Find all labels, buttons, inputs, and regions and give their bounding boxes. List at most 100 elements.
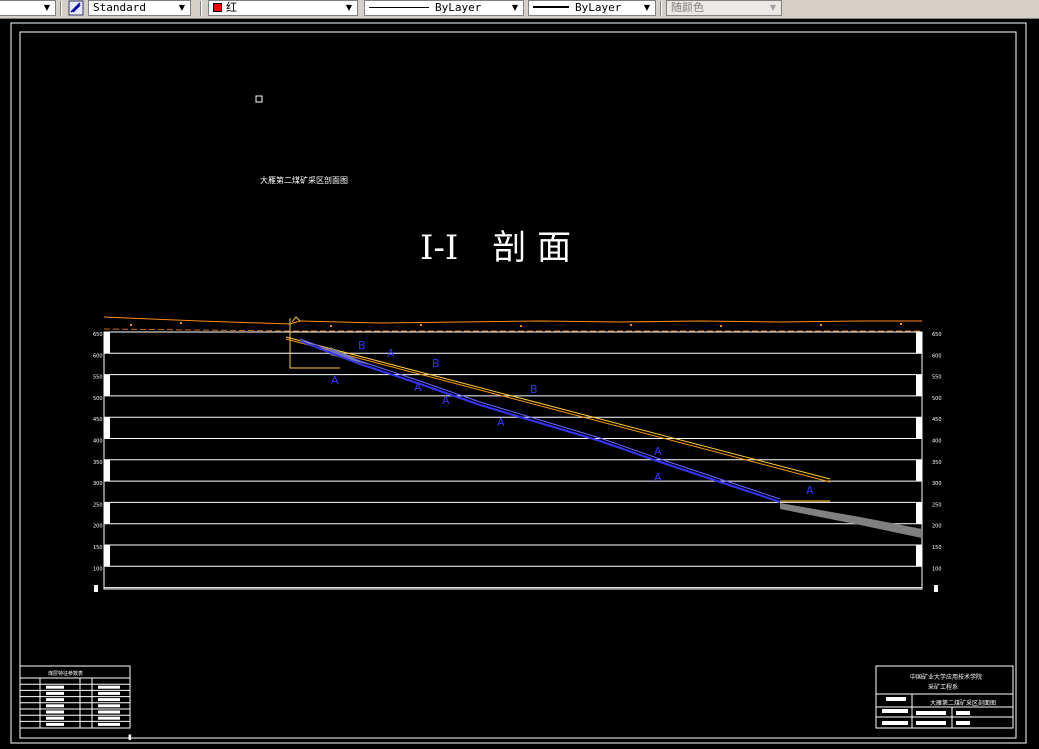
elevation-label: 500 xyxy=(93,396,103,402)
lineweight-sample xyxy=(533,6,569,8)
seam-label: A xyxy=(806,484,814,497)
elevation-label: 350 xyxy=(93,460,103,466)
legend-cell xyxy=(98,710,120,714)
ruler-block xyxy=(104,417,110,439)
section-frame xyxy=(103,331,923,590)
seam-label: B xyxy=(432,357,440,370)
terrain-base xyxy=(103,328,922,332)
seam-label: B xyxy=(530,383,538,396)
elevation-label: 650 xyxy=(93,332,103,338)
legend-cell xyxy=(98,716,120,720)
elevation-label: 300 xyxy=(93,481,103,487)
elevation-label: 450 xyxy=(93,417,103,423)
drawing-canvas[interactable]: 大雁第二煤矿采区剖面图 I-I 剖 面 650 600 550 500 450 400 35… xyxy=(0,19,1039,745)
coal-seam-roof xyxy=(299,338,781,500)
lineweight-value: ByLayer xyxy=(575,1,622,14)
elevation-label: 200 xyxy=(932,524,942,530)
properties-toolbar: ▼ Standard ▼ 红 ▼ ByLayer ▼ ByLayer ▼ 随颜色… xyxy=(0,0,1039,19)
titleblock-org: 中国矿业大学应用技术学院 xyxy=(910,673,982,681)
title-block: 中国矿业大学应用技术学院 采矿工程系 大雁第二煤矿采区剖面图 xyxy=(875,665,1014,729)
legend-table: 煤层特征参数表 xyxy=(19,665,131,729)
elevation-label: 650 xyxy=(932,332,942,338)
legend-cell xyxy=(46,704,64,708)
ruler-block xyxy=(104,332,110,354)
titleblock-dept: 采矿工程系 xyxy=(928,683,958,691)
chevron-down-icon: ▼ xyxy=(511,3,519,12)
elevation-label: 150 xyxy=(93,545,103,551)
elevation-label: 150 xyxy=(932,545,942,551)
elevation-label: 250 xyxy=(93,502,103,508)
text-style-value: Standard xyxy=(93,1,146,14)
text-style-dropdown[interactable]: Standard ▼ xyxy=(88,0,191,16)
outer-frame xyxy=(10,22,1027,744)
rock-band xyxy=(780,503,922,538)
roadway-lower xyxy=(285,338,831,483)
elevation-label: 550 xyxy=(93,375,103,381)
seam-label: A xyxy=(654,471,662,484)
elevation-label: 450 xyxy=(932,417,942,423)
elevation-label: 400 xyxy=(932,439,942,445)
seam-label: B xyxy=(358,339,366,352)
ruler-end-marker xyxy=(934,585,938,592)
inner-frame xyxy=(19,31,1017,739)
scale-marker: ▮ xyxy=(128,733,132,741)
elevation-label: 100 xyxy=(932,566,942,572)
ruler-block xyxy=(916,417,922,439)
legend-cell xyxy=(46,710,64,714)
ruler-block xyxy=(916,332,922,354)
toolbar-separator xyxy=(200,1,202,16)
color-value: 红 xyxy=(226,1,237,14)
ruler-block xyxy=(104,545,110,567)
linetype-value: ByLayer xyxy=(435,1,482,14)
elevation-lines xyxy=(104,331,922,589)
toolbar-separator xyxy=(660,1,662,16)
legend-cell xyxy=(46,685,64,689)
elevation-label: 300 xyxy=(932,481,942,487)
plotstyle-dropdown: 随颜色 ▼ xyxy=(666,0,782,16)
ruler-block xyxy=(916,374,922,396)
plotstyle-value: 随颜色 xyxy=(671,1,704,14)
ruler-block xyxy=(916,545,922,567)
elevation-label: 600 xyxy=(932,353,942,359)
chevron-down-icon: ▼ xyxy=(178,3,186,12)
layer-dropdown[interactable]: ▼ xyxy=(0,0,56,16)
elevation-label: 250 xyxy=(932,502,942,508)
shaft xyxy=(289,318,340,369)
seam-label: A xyxy=(414,381,422,394)
elevation-label: 200 xyxy=(93,524,103,530)
legend-cell xyxy=(98,691,120,695)
drawing-svg: 大雁第二煤矿采区剖面图 I-I 剖 面 650 600 550 500 450 400 35… xyxy=(10,22,1027,744)
color-dropdown[interactable]: 红 ▼ xyxy=(208,0,358,16)
chevron-down-icon: ▼ xyxy=(43,3,51,12)
seam-label: A xyxy=(331,374,339,387)
seam-label: A xyxy=(654,445,662,458)
ucs-marker xyxy=(255,95,263,103)
seam-label: A xyxy=(387,347,395,360)
legend-cell xyxy=(46,722,64,726)
elevation-label: 350 xyxy=(932,460,942,466)
legend-cell xyxy=(46,698,64,702)
ruler-block xyxy=(104,459,110,482)
roadway-upper xyxy=(285,336,831,480)
legend-cell xyxy=(46,716,64,720)
chevron-down-icon: ▼ xyxy=(769,3,777,12)
chevron-down-icon: ▼ xyxy=(345,3,353,12)
seam-label: A xyxy=(442,394,450,407)
ruler-block xyxy=(916,459,922,482)
seam-labels: A B A A B A B A A A A xyxy=(331,339,814,497)
elevation-label: 500 xyxy=(932,396,942,402)
ruler-block xyxy=(104,374,110,396)
elevation-label: 550 xyxy=(932,375,942,381)
legend-cell xyxy=(46,691,64,695)
lineweight-dropdown[interactable]: ByLayer ▼ xyxy=(528,0,656,16)
elevation-label: 400 xyxy=(93,439,103,445)
left-elevation-ruler: 650 600 550 500 450 400 350 300 250 200 150 100 xyxy=(93,332,938,592)
text-style-icon[interactable] xyxy=(68,0,84,16)
linetype-dropdown[interactable]: ByLayer ▼ xyxy=(364,0,524,16)
drawing-title: I-I 剖 面 xyxy=(420,228,571,268)
ruler-end-marker xyxy=(94,585,98,592)
seam-label: A xyxy=(497,416,505,429)
drawing-subtitle: 大雁第二煤矿采区剖面图 xyxy=(260,175,348,185)
chevron-down-icon: ▼ xyxy=(643,3,651,12)
legend-cell xyxy=(98,685,120,689)
